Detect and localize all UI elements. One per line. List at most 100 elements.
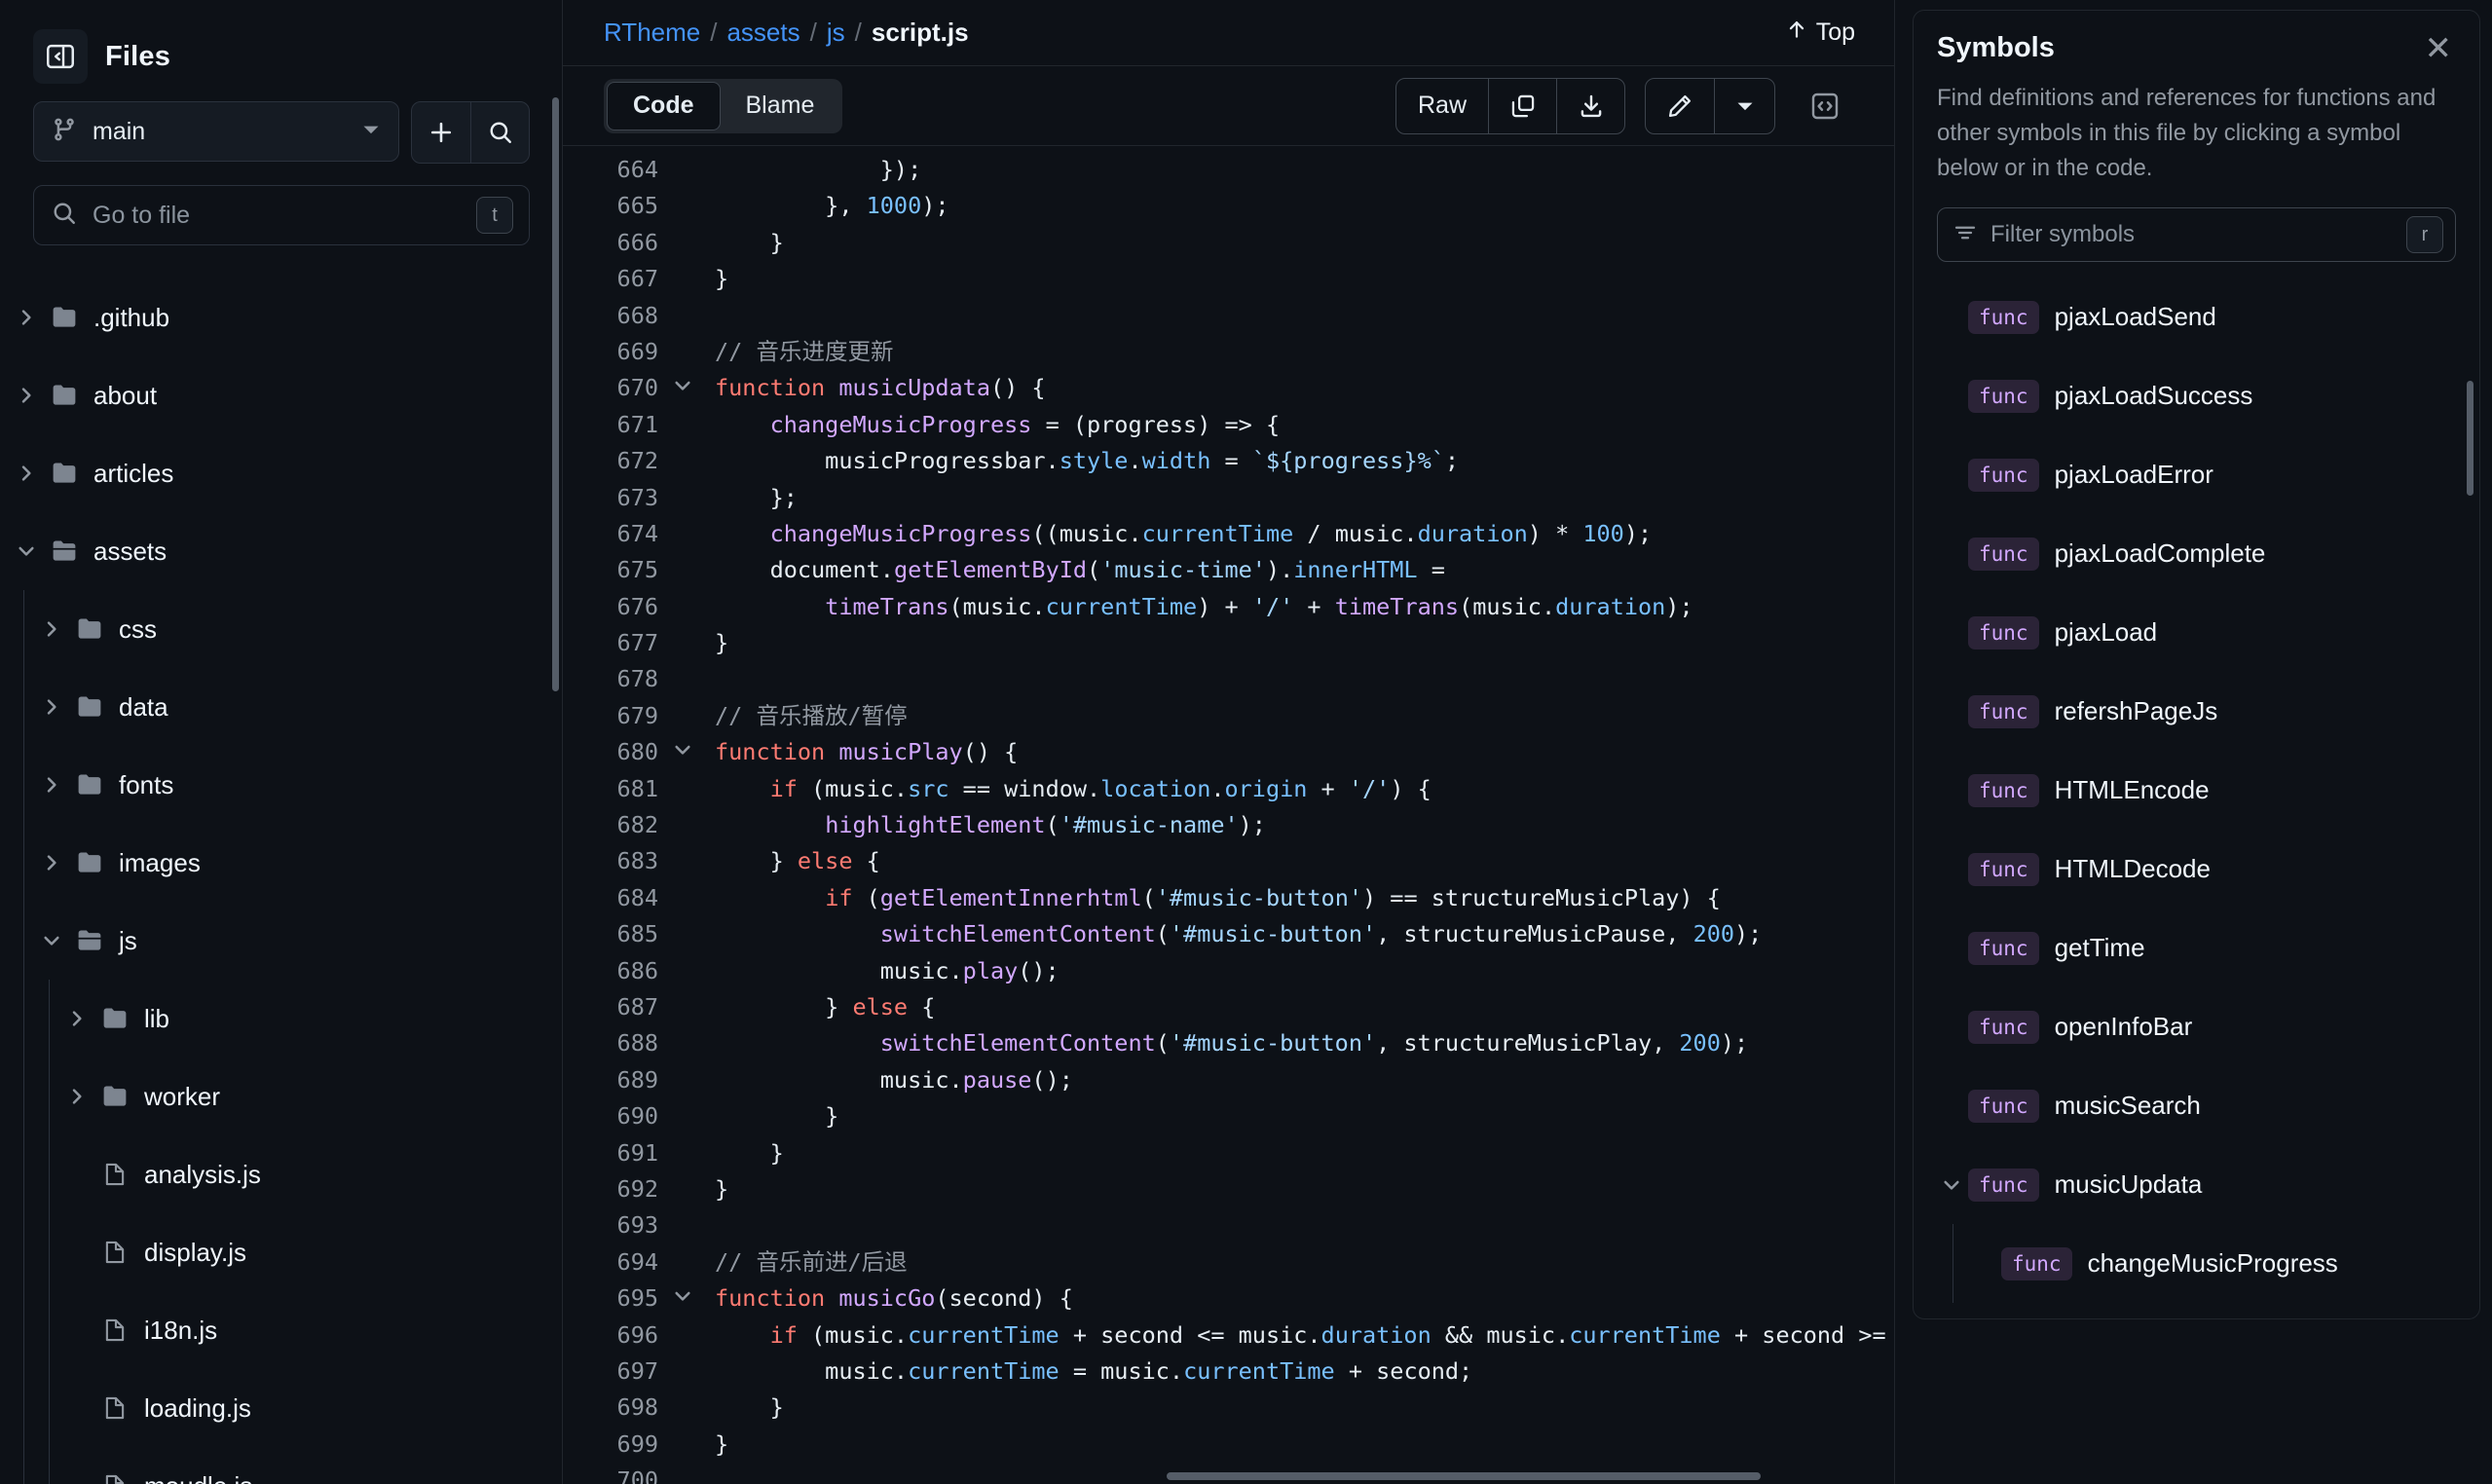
copy-icon[interactable] [1488, 78, 1556, 133]
symbol-item-pjaxLoadSend[interactable]: func pjaxLoadSend [1914, 278, 2479, 356]
tree-folder-lib[interactable]: lib [10, 980, 563, 1057]
tree-file-i18n-js[interactable]: i18n.js [10, 1291, 563, 1369]
tree-file-display-js[interactable]: display.js [10, 1213, 563, 1291]
tree-folder-worker[interactable]: worker [10, 1057, 563, 1135]
fold-chevron-down-icon[interactable] [666, 370, 699, 406]
tree-folder-fonts[interactable]: fonts [10, 746, 563, 824]
line-number[interactable]: 698 [563, 1390, 666, 1426]
search-input[interactable]: Go to file t [33, 185, 530, 245]
line-number[interactable]: 667 [563, 261, 666, 297]
chevron-down-icon[interactable] [10, 541, 43, 561]
chevron-down-icon[interactable] [1714, 78, 1774, 133]
line-number[interactable]: 693 [563, 1207, 666, 1243]
tree-folder-js[interactable]: js [10, 902, 563, 980]
line-number[interactable]: 678 [563, 661, 666, 697]
branch-selector[interactable]: main [33, 101, 399, 162]
line-number[interactable]: 685 [563, 916, 666, 952]
chevron-right-icon[interactable] [35, 775, 68, 795]
symbol-item-pjaxLoadError[interactable]: func pjaxLoadError [1914, 435, 2479, 514]
tab-blame[interactable]: Blame [721, 82, 840, 130]
symbol-item-musicUpdata[interactable]: func musicUpdata [1914, 1145, 2479, 1224]
breadcrumb-part-0[interactable]: assets [726, 18, 800, 48]
tree-folder--github[interactable]: .github [10, 278, 563, 356]
line-number[interactable]: 691 [563, 1135, 666, 1171]
sidebar-collapse-icon[interactable] [33, 29, 88, 84]
line-number[interactable]: 695 [563, 1280, 666, 1317]
tree-folder-about[interactable]: about [10, 356, 563, 434]
chevron-right-icon[interactable] [10, 464, 43, 483]
filter-symbols-input[interactable]: Filter symbols r [1937, 207, 2456, 262]
line-number[interactable]: 675 [563, 552, 666, 588]
line-number[interactable]: 680 [563, 734, 666, 770]
line-number[interactable]: 674 [563, 516, 666, 552]
line-number[interactable]: 694 [563, 1244, 666, 1280]
sidebar-scrollbar[interactable] [552, 97, 559, 691]
line-number[interactable]: 686 [563, 953, 666, 989]
symbol-item-getTime[interactable]: func getTime [1914, 909, 2479, 987]
search-icon[interactable] [470, 102, 529, 163]
line-number[interactable]: 681 [563, 771, 666, 807]
tree-file-analysis-js[interactable]: analysis.js [10, 1135, 563, 1213]
code-brackets-icon[interactable] [1795, 78, 1855, 134]
line-number[interactable]: 666 [563, 225, 666, 261]
symbols-scrollbar[interactable] [2467, 381, 2473, 496]
line-number[interactable]: 669 [563, 334, 666, 370]
code-horizontal-scrollbar[interactable] [1167, 1472, 1761, 1480]
chevron-down-icon[interactable] [1935, 1175, 1968, 1195]
line-number[interactable]: 677 [563, 625, 666, 661]
raw-button[interactable]: Raw [1396, 79, 1488, 133]
line-number[interactable]: 692 [563, 1171, 666, 1207]
tree-file-moudle-js[interactable]: moudle.js [10, 1447, 563, 1484]
line-number[interactable]: 700 [563, 1463, 666, 1484]
line-number[interactable]: 671 [563, 407, 666, 443]
symbol-item-openInfoBar[interactable]: func openInfoBar [1914, 987, 2479, 1066]
tree-folder-images[interactable]: images [10, 824, 563, 902]
symbol-item-refershPageJs[interactable]: func refershPageJs [1914, 672, 2479, 751]
download-icon[interactable] [1556, 78, 1624, 133]
line-number[interactable]: 688 [563, 1025, 666, 1061]
tree-folder-data[interactable]: data [10, 668, 563, 746]
symbol-item-pjaxLoad[interactable]: func pjaxLoad [1914, 593, 2479, 672]
chevron-right-icon[interactable] [35, 697, 68, 717]
chevron-right-icon[interactable] [10, 308, 43, 327]
line-number[interactable]: 670 [563, 370, 666, 406]
line-number[interactable]: 679 [563, 698, 666, 734]
line-number[interactable]: 690 [563, 1098, 666, 1134]
tree-file-loading-js[interactable]: loading.js [10, 1369, 563, 1447]
line-number[interactable]: 665 [563, 188, 666, 224]
tree-folder-css[interactable]: css [10, 590, 563, 668]
line-number[interactable]: 699 [563, 1427, 666, 1463]
symbol-item-HTMLDecode[interactable]: func HTMLDecode [1914, 830, 2479, 909]
plus-icon[interactable] [412, 102, 470, 163]
code-lines[interactable]: 664 }); 665 }, 1000); 666 } 667} 668 669// 音乐… [563, 146, 1894, 1484]
breadcrumb-repo[interactable]: RTheme [604, 18, 700, 48]
tree-folder-articles[interactable]: articles [10, 434, 563, 512]
tree-folder-assets[interactable]: assets [10, 512, 563, 590]
chevron-right-icon[interactable] [60, 1009, 93, 1028]
chevron-right-icon[interactable] [35, 853, 68, 872]
line-number[interactable]: 696 [563, 1317, 666, 1354]
symbol-item-HTMLEncode[interactable]: func HTMLEncode [1914, 751, 2479, 830]
line-number[interactable]: 697 [563, 1354, 666, 1390]
back-to-top-button[interactable]: Top [1786, 19, 1855, 47]
breadcrumb-part-1[interactable]: js [827, 18, 845, 48]
line-number[interactable]: 664 [563, 152, 666, 188]
tab-code[interactable]: Code [607, 81, 721, 130]
symbol-item-pjaxLoadSuccess[interactable]: func pjaxLoadSuccess [1914, 356, 2479, 435]
chevron-right-icon[interactable] [10, 386, 43, 405]
symbol-item-pjaxLoadComplete[interactable]: func pjaxLoadComplete [1914, 514, 2479, 593]
chevron-right-icon[interactable] [35, 619, 68, 639]
line-number[interactable]: 682 [563, 807, 666, 843]
chevron-right-icon[interactable] [60, 1087, 93, 1106]
fold-chevron-down-icon[interactable] [666, 734, 699, 770]
symbol-item-musicSearch[interactable]: func musicSearch [1914, 1066, 2479, 1145]
line-number[interactable]: 676 [563, 589, 666, 625]
line-number[interactable]: 687 [563, 989, 666, 1025]
line-number[interactable]: 683 [563, 843, 666, 879]
close-icon[interactable]: ✕ [2421, 32, 2457, 65]
symbol-item-changeMusicProgress[interactable]: func changeMusicProgress [1914, 1224, 2479, 1303]
line-number[interactable]: 672 [563, 443, 666, 479]
fold-chevron-down-icon[interactable] [666, 1280, 699, 1317]
line-number[interactable]: 689 [563, 1062, 666, 1098]
symbol-item-musicPlay[interactable]: funcmusicPlay [1914, 1303, 2479, 1318]
